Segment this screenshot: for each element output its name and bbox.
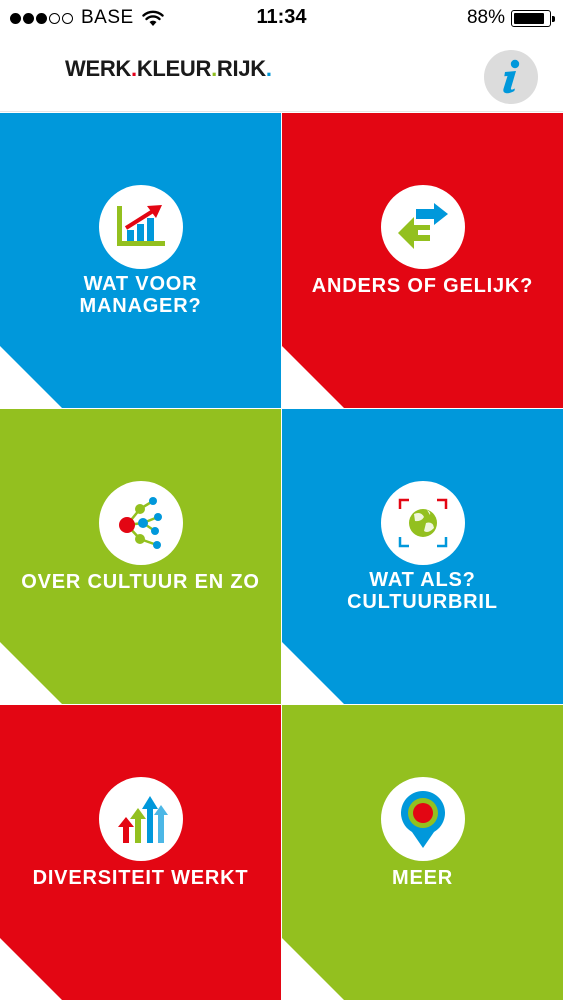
tile-label-line: MANAGER? — [79, 295, 202, 317]
tile-label-line: OVER CULTUUR EN ZO — [21, 571, 260, 593]
tile-label: ANDERS OF GELIJK? — [292, 275, 553, 297]
status-right: 88% — [466, 7, 555, 29]
logo-part-werk: WERK — [65, 56, 132, 81]
tile-label: WAT VOOR MANAGER? — [10, 273, 271, 317]
battery-icon — [511, 9, 555, 27]
tile-corner-fold — [282, 642, 344, 704]
tile-label: OVER CULTUUR EN ZO — [10, 571, 271, 593]
rising-arrows-icon — [117, 796, 168, 843]
info-icon — [503, 59, 520, 94]
tile-icon-circle — [380, 481, 465, 565]
tile-label: WAT ALS? CULTUURBRIL — [292, 569, 553, 613]
app-logo: WERK. KLEUR. RIJK. — [65, 56, 272, 82]
tile-label-line: MEER — [392, 867, 453, 889]
tile-over-cultuur-en-zo[interactable]: OVER CULTUUR EN ZO — [0, 409, 281, 704]
tile-wat-als-cultuurbril[interactable]: WAT ALS? CULTUURBRIL — [282, 409, 563, 704]
tile-anders-of-gelijk[interactable]: ANDERS OF GELIJK? — [282, 113, 563, 408]
tile-corner-fold — [0, 938, 62, 1000]
map-pin-icon — [400, 790, 445, 848]
tile-icon-circle — [98, 777, 183, 861]
tile-icon-circle — [98, 185, 183, 269]
status-bar: BASE 11:34 88% — [0, 0, 563, 36]
logo-dot-blue: . — [265, 56, 272, 81]
tile-label-line: DIVERSITEIT WERKT — [32, 867, 249, 889]
tile-label-line: CULTUURBRIL — [347, 591, 498, 613]
growth-chart-icon — [116, 205, 165, 246]
tile-corner-fold — [282, 938, 344, 1000]
battery-percent: 88% — [466, 7, 505, 28]
tile-label: MEER — [292, 867, 553, 889]
logo-part-kleur: KLEUR — [136, 56, 212, 81]
tile-meer[interactable]: MEER — [282, 705, 563, 1000]
tile-corner-fold — [0, 346, 62, 408]
exchange-arrows-icon — [397, 203, 448, 249]
logo-part-rijk: RIJK — [216, 56, 266, 81]
globe-focus-icon — [398, 498, 447, 548]
tile-label-line: ANDERS OF GELIJK? — [311, 275, 534, 297]
network-nodes-icon — [118, 497, 162, 549]
tile-icon-circle — [380, 185, 465, 269]
app-header: WERK. KLEUR. RIJK. — [0, 36, 563, 112]
tile-diversiteit-werkt[interactable]: DIVERSITEIT WERKT — [0, 705, 281, 1000]
tile-corner-fold — [0, 642, 62, 704]
info-button[interactable] — [484, 50, 538, 104]
battery-fill — [514, 12, 544, 24]
tile-label: DIVERSITEIT WERKT — [10, 867, 271, 889]
tile-label-line: WAT VOOR — [83, 273, 198, 295]
tile-icon-circle — [98, 481, 183, 565]
tile-label-line: WAT ALS? — [369, 569, 476, 591]
tile-icon-circle — [380, 777, 465, 861]
tile-corner-fold — [282, 346, 344, 408]
tile-wat-voor-manager[interactable]: WAT VOOR MANAGER? — [0, 113, 281, 408]
menu-grid: WAT VOOR MANAGER? ANDERS OF GELIJK? OVER… — [0, 113, 563, 1000]
